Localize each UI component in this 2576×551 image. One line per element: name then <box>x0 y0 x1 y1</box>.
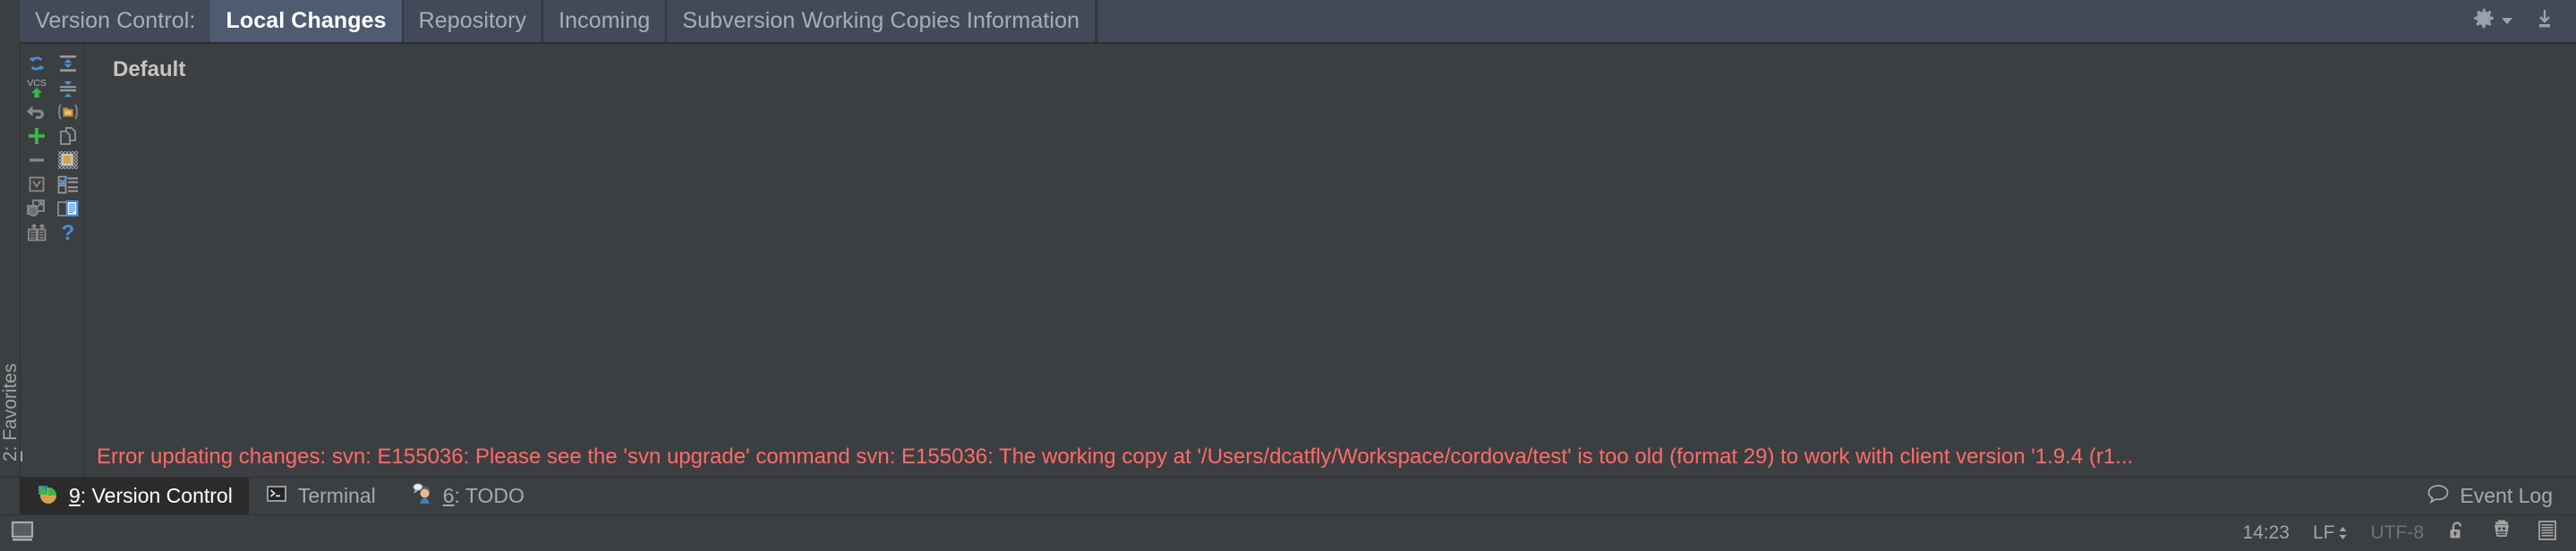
todo-icon <box>408 482 433 511</box>
add-changelist-icon <box>25 124 48 148</box>
copy-button[interactable] <box>52 123 83 148</box>
tabbar-strip: Version Control: Local Changes Repositor… <box>20 0 2463 44</box>
set-active-changelist-button[interactable] <box>21 172 52 196</box>
settings-button[interactable] <box>2472 7 2513 35</box>
local-changes-panel[interactable]: Default Error updating changes: svn: E15… <box>84 44 2576 477</box>
clock-indicator[interactable]: 14:23 <box>2242 522 2290 544</box>
shelve-button[interactable] <box>21 220 52 244</box>
status-bar-left <box>0 518 38 549</box>
collapse-all-button[interactable] <box>52 75 83 99</box>
move-to-another-changelist-icon <box>24 197 49 220</box>
tab-local-changes-label: Local Changes <box>226 8 387 33</box>
line-separator-label: LF <box>2312 522 2335 543</box>
settings-gear-icon <box>2472 7 2495 35</box>
show-diff-preview-button[interactable] <box>52 196 83 220</box>
error-message: Error updating changes: svn: E155036: Pl… <box>97 445 2134 469</box>
ide-window: Version Control: Local Changes Repositor… <box>0 0 2576 551</box>
show-checkboxes-button[interactable] <box>52 172 83 196</box>
tab-repository[interactable]: Repository <box>404 0 544 42</box>
status-bar-right: 14:23 LF UTF-8 <box>2242 519 2576 547</box>
hide-window-icon <box>2533 10 2556 34</box>
status-bar: 14:23 LF UTF-8 <box>0 514 2576 551</box>
tab-incoming[interactable]: Incoming <box>543 0 668 42</box>
hide-window-button[interactable] <box>2533 7 2556 35</box>
group-by-directory-button[interactable] <box>52 99 83 123</box>
commit-vcs-icon: VCS <box>23 76 50 99</box>
tool-window-todo-label: 6: TODO <box>442 484 525 507</box>
body-area: 2: Favorites ★ <box>0 44 2576 513</box>
expand-all-button[interactable] <box>52 51 83 75</box>
version-control-icon <box>36 482 59 511</box>
tool-window-terminal[interactable]: Terminal <box>249 478 392 514</box>
line-separator-indicator[interactable]: LF <box>2313 522 2348 544</box>
tabbar-title-label: Version Control: <box>35 8 196 33</box>
tab-repository-label: Repository <box>418 8 527 33</box>
tab-incoming-label: Incoming <box>559 8 651 33</box>
show-ignored-button[interactable] <box>52 148 83 172</box>
screen-icon[interactable] <box>9 518 38 549</box>
sidebar-item-favorites[interactable]: 2: Favorites <box>0 339 21 487</box>
hector-inspector-icon[interactable] <box>2490 519 2513 547</box>
show-diff-preview-icon <box>55 197 81 220</box>
changelist-default[interactable]: Default <box>113 57 185 82</box>
tool-window-version-control-label: 9: Version Control <box>69 484 233 507</box>
group-by-directory-icon <box>55 100 81 123</box>
move-to-another-changelist-button[interactable] <box>21 196 52 220</box>
shelve-icon <box>24 221 49 244</box>
bottom-tool-window-bar: 9: Version Control Terminal 6: TODO Even… <box>0 477 2576 514</box>
svg-text:?: ? <box>61 221 74 244</box>
event-log-label: Event Log <box>2460 484 2553 507</box>
tool-window-todo[interactable]: 6: TODO <box>392 478 541 514</box>
tabbar-title: Version Control: <box>20 0 210 42</box>
add-changelist-button[interactable] <box>21 123 52 148</box>
version-control-tabbar: Version Control: Local Changes Repositor… <box>0 0 2576 44</box>
help-button[interactable]: ? <box>52 220 83 244</box>
local-changes-toolbar: VCS ? <box>21 44 84 477</box>
encoding-indicator[interactable]: UTF-8 <box>2371 522 2425 544</box>
refresh-icon <box>25 52 48 75</box>
terminal-icon <box>265 483 288 510</box>
tool-window-terminal-label: Terminal <box>297 484 376 507</box>
tab-subversion-working-copies-information[interactable]: Subversion Working Copies Information <box>667 0 1097 42</box>
left-tool-stripe: 2: Favorites ★ <box>0 44 21 513</box>
tool-window-version-control[interactable]: 9: Version Control <box>20 478 249 514</box>
refresh-button[interactable] <box>21 51 52 75</box>
show-ignored-icon <box>55 148 81 172</box>
sidebar-item-favorites-index: 2 <box>0 451 21 462</box>
remove-changelist-button[interactable] <box>21 148 52 172</box>
svg-text:VCS: VCS <box>27 78 47 89</box>
tabbar-left-padding <box>0 0 20 44</box>
remove-changelist-icon <box>25 148 48 172</box>
chevron-down-icon <box>2501 13 2513 30</box>
event-log-icon <box>2426 483 2451 510</box>
event-log-button[interactable]: Event Log <box>2426 478 2576 514</box>
updown-arrows-icon <box>2338 526 2348 540</box>
revert-icon <box>24 100 49 123</box>
tabbar-actions <box>2463 0 2576 44</box>
tab-local-changes[interactable]: Local Changes <box>210 0 404 42</box>
memory-indicator-icon[interactable] <box>2537 519 2558 547</box>
set-active-changelist-icon <box>25 173 48 196</box>
commit-button[interactable]: VCS <box>21 75 52 99</box>
copy-icon <box>56 124 80 148</box>
changelist-default-label: Default <box>113 57 186 81</box>
unlocked-icon[interactable] <box>2447 520 2467 547</box>
help-icon: ? <box>56 221 80 244</box>
checklist-icon <box>55 173 81 196</box>
revert-button[interactable] <box>21 99 52 123</box>
tab-subversion-working-copies-information-label: Subversion Working Copies Information <box>682 8 1080 33</box>
expand-all-icon <box>56 52 80 75</box>
collapse-all-icon <box>56 76 80 99</box>
tabbar-spacer <box>1096 0 2463 42</box>
twbar-left-gap <box>0 478 20 514</box>
sidebar-item-favorites-label: : Favorites <box>0 363 21 452</box>
